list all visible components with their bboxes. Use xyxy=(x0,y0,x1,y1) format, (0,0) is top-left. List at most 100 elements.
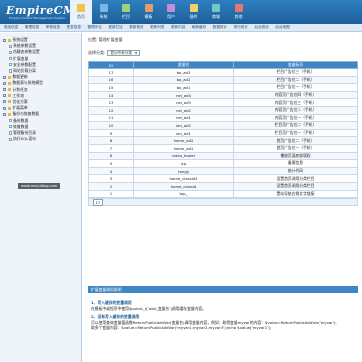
cell-var-label: 栏目广告位三（手机） xyxy=(233,68,358,77)
table-row[interactable]: 4 tongji 统计代码 xyxy=(88,166,358,176)
cell-var-label: 栏目页广告位二（手机） xyxy=(233,121,358,130)
panel-body: 1、写入缓存的变量调用 在模板中或程序中使用$public_r['add_变量名… xyxy=(88,293,358,335)
cell-var-name: home_classid2 xyxy=(133,174,234,183)
quick-menu-bar: 增加信息 管理信息 审核信息 签发信息 管理评论 更新栏目 更新首页 更新列表 更新内容 刷新缓存… xyxy=(0,24,362,32)
cell-var-label: 备案信息 xyxy=(233,159,358,168)
usage-panel: 扩展变量调用说明 1、写入缓存的变量调用 在模板中或程序中使用$public_r… xyxy=(88,286,358,362)
quick-menu-item[interactable]: 更新内容 xyxy=(171,25,185,30)
cell-var-name: nei_ad3 xyxy=(133,98,234,107)
table-row[interactable]: 17 bo_ad3 栏目广告位三（手机） xyxy=(88,68,358,77)
document-icon xyxy=(9,44,12,48)
expand-icon[interactable] xyxy=(3,75,6,79)
topnav-item-6[interactable]: 商城 xyxy=(205,0,227,24)
topnav-item-3[interactable]: 模板 xyxy=(138,0,160,24)
document-icon xyxy=(9,63,12,67)
quick-menu-item[interactable]: 增加信息 xyxy=(4,25,18,30)
cell-var-name: bo_ad2 xyxy=(133,75,234,85)
more-icon xyxy=(234,4,243,13)
gear-icon xyxy=(99,4,108,13)
table-row[interactable]: 14 nei_ad4 内容页广告位四（手机） xyxy=(88,90,358,100)
quick-menu-item[interactable]: 管理信息 xyxy=(25,25,39,30)
quick-menu-item[interactable]: 管理评论 xyxy=(88,25,102,30)
table-row[interactable]: 10 lan_ad2 栏目页广告位二（手机） xyxy=(88,121,358,130)
topnav-item-0[interactable]: 首页 xyxy=(70,0,92,24)
cell-var-name: home_classid xyxy=(133,181,234,191)
quick-menu-item[interactable]: 更新列表 xyxy=(150,25,164,30)
cell-var-label: 统计代码 xyxy=(233,166,358,176)
column-icon xyxy=(122,4,130,13)
table-row[interactable]: 7 home_ad1 首页广告位一（手机） xyxy=(88,143,358,153)
topnav-item-5[interactable]: 插件 xyxy=(183,0,205,24)
table-row[interactable]: 6 video_footer 播放页面底部版权 xyxy=(88,151,358,161)
table-row[interactable]: 2 home_classid 设置首页调用分类栏目 xyxy=(88,181,358,191)
document-icon xyxy=(9,118,12,123)
column-header-label: 变量标识 xyxy=(233,61,358,69)
folder-icon xyxy=(7,88,11,92)
breadcrumb: 位置: 管理扩展变量 xyxy=(88,37,123,42)
topnav-label: 首页 xyxy=(77,13,85,19)
topnav-item-7[interactable]: 其他 xyxy=(228,0,250,24)
expand-icon[interactable] xyxy=(3,106,6,110)
folder-icon xyxy=(7,38,11,42)
table-row[interactable]: 15 bo_ad1 栏目广告位一（手机） xyxy=(88,83,358,92)
quick-menu-item[interactable]: 数据统计 xyxy=(213,25,227,30)
category-select[interactable]: 显示所有分类 ▼ xyxy=(107,50,141,56)
topnav-label: 其他 xyxy=(234,13,243,19)
cell-var-name: nei_ad4 xyxy=(133,90,234,100)
topnav-item-1[interactable]: 系统 xyxy=(93,0,115,24)
topnav-label: 栏目 xyxy=(122,13,130,19)
table-row[interactable]: 9 lan_ad1 栏目页广告位一（手机） xyxy=(88,128,358,138)
table-row[interactable]: 11 nei_ad1 内容页广告位一（手机） xyxy=(88,113,358,123)
table-row[interactable]: 13 nei_ad3 内容页广告位三（手机） xyxy=(88,98,358,107)
table-row[interactable]: 3 home_classid2 设置首页调用分类栏目 xyxy=(88,174,358,183)
expand-icon[interactable] xyxy=(3,100,6,104)
document-icon xyxy=(9,50,12,55)
expand-icon[interactable] xyxy=(3,81,6,85)
sidebar-item[interactable]: 执行SQL语句 xyxy=(0,136,81,142)
topnav-item-4[interactable]: 用户 xyxy=(160,0,182,24)
sidebar-item-label: 优化方案 xyxy=(12,98,28,104)
sidebar-item-label: 数据更新 xyxy=(12,74,28,80)
quick-menu-item[interactable]: 后台地图 xyxy=(275,25,289,30)
top-header: EmpireCMS Empire Content Management Syst… xyxy=(0,0,362,24)
expand-icon[interactable] xyxy=(3,88,6,92)
expand-icon[interactable] xyxy=(3,112,6,116)
cell-id: 5 xyxy=(88,159,134,168)
sidebar-item-label: 工作流 xyxy=(12,92,24,98)
sidebar-item-label: 管理备份目录 xyxy=(13,129,36,135)
document-icon xyxy=(9,131,12,135)
cell-id: 7 xyxy=(88,143,134,153)
quick-menu-item[interactable]: 审核信息 xyxy=(46,25,60,30)
cell-var-label: 栏目页广告位一（手机） xyxy=(233,128,358,138)
user-icon xyxy=(167,4,175,13)
folder-icon xyxy=(7,100,11,104)
cell-id: 4 xyxy=(88,166,134,176)
quick-menu-item[interactable]: 更新栏目 xyxy=(108,25,122,30)
table-row[interactable]: 1 top_ 置站导航右侧文字链接 xyxy=(88,189,358,199)
quick-menu-item[interactable]: 刷新缓存 xyxy=(192,25,206,30)
expand-icon[interactable] xyxy=(3,94,6,98)
cell-id: 11 xyxy=(88,113,134,123)
page-count[interactable]: 17 xyxy=(93,198,103,206)
shop-icon xyxy=(212,4,220,13)
table-row[interactable]: 16 bo_ad2 栏目广告位二（手机） xyxy=(88,75,358,85)
quick-menu-item[interactable]: 排行统计 xyxy=(234,25,248,30)
sidebar-item-label: 扩展菜单 xyxy=(12,105,28,111)
topnav-label: 模板 xyxy=(144,13,153,19)
topnav-item-2[interactable]: 栏目 xyxy=(115,0,137,24)
main-content: 位置: 管理扩展变量 选择分类: 显示所有分类 ▼ ID 变量名 变量标识 17… xyxy=(88,36,358,207)
plugin-icon xyxy=(189,4,198,13)
table-row[interactable]: 8 home_ad2 首页广告位二（手机） xyxy=(88,136,358,145)
filter-label: 选择分类: xyxy=(88,50,106,55)
chevron-down-icon: ▼ xyxy=(134,51,138,55)
table-row[interactable]: 12 nei_ad2 内容页广告位二（手机） xyxy=(88,105,358,115)
quick-menu-item[interactable]: 签发信息 xyxy=(67,25,81,30)
cell-var-name: top_ xyxy=(133,189,234,199)
table-row[interactable]: 5 icp 备案信息 xyxy=(88,159,358,168)
quick-menu-item[interactable]: 后台首页 xyxy=(255,25,269,30)
sidebar-item-label: 系统设置 xyxy=(12,37,28,43)
cell-var-label: 播放页面底部版权 xyxy=(233,151,358,161)
quick-menu-item[interactable]: 更新首页 xyxy=(129,25,143,30)
expand-icon[interactable] xyxy=(3,38,6,42)
cell-var-name: home_ad1 xyxy=(133,143,234,153)
